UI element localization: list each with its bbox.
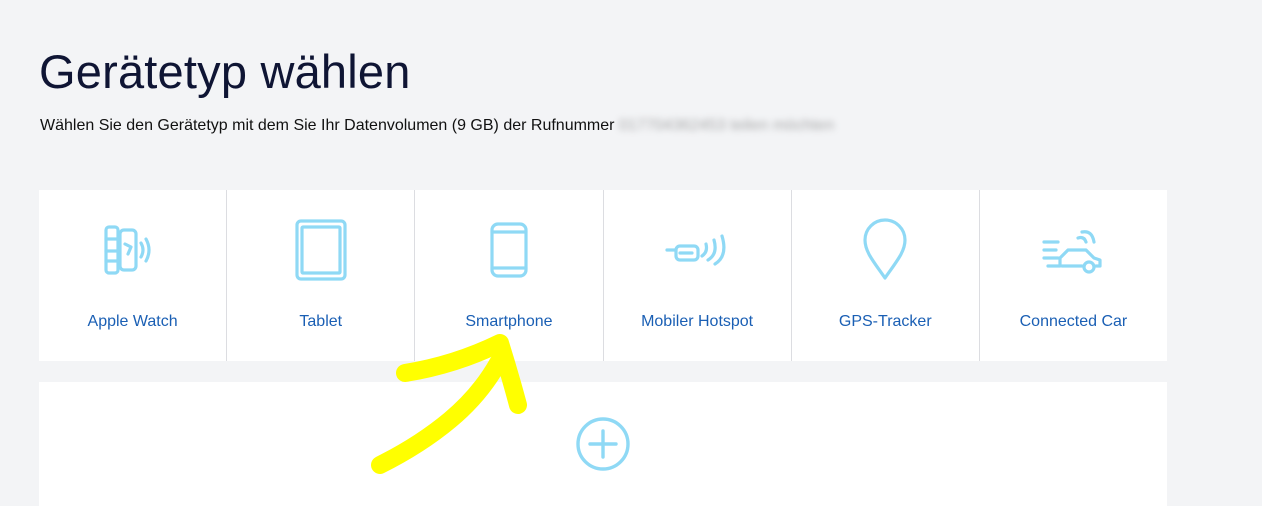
- page-title: Gerätetyp wählen: [39, 45, 411, 98]
- hotspot-icon: [662, 218, 732, 282]
- subtitle-text: Wählen Sie den Gerätetyp mit dem Sie Ihr…: [40, 117, 615, 134]
- smartwatch-icon: [98, 218, 168, 282]
- device-option-mobiler-hotspot[interactable]: Mobiler Hotspot: [603, 190, 792, 361]
- device-label: Tablet: [299, 313, 343, 330]
- device-option-connected-car[interactable]: Connected Car: [979, 190, 1168, 361]
- device-label: GPS-Tracker: [838, 313, 932, 330]
- device-label: Connected Car: [1019, 313, 1128, 330]
- device-option-smartphone[interactable]: Smartphone: [415, 190, 604, 361]
- location-pin-icon: [850, 218, 920, 282]
- device-label: Apple Watch: [87, 313, 178, 330]
- device-option-gps-tracker[interactable]: GPS-Tracker: [791, 190, 980, 361]
- page-subtitle: Wählen Sie den Gerätetyp mit dem Sie Ihr…: [40, 117, 834, 135]
- add-device-button[interactable]: [575, 416, 631, 477]
- tablet-icon: [286, 218, 356, 282]
- connected-car-icon: [1038, 218, 1108, 282]
- smartphone-icon: [474, 218, 544, 282]
- plus-circle-icon: [575, 416, 631, 477]
- device-type-grid: Apple Watch Tablet Smartphone Mobiler Ho…: [39, 190, 1168, 361]
- device-label: Smartphone: [465, 313, 553, 330]
- device-option-tablet[interactable]: Tablet: [227, 190, 416, 361]
- add-device-panel: [39, 382, 1167, 506]
- device-option-apple-watch[interactable]: Apple Watch: [39, 190, 228, 361]
- redacted-phone-number: 017704362453 teilen möchten: [618, 117, 835, 134]
- device-label: Mobiler Hotspot: [641, 313, 754, 330]
